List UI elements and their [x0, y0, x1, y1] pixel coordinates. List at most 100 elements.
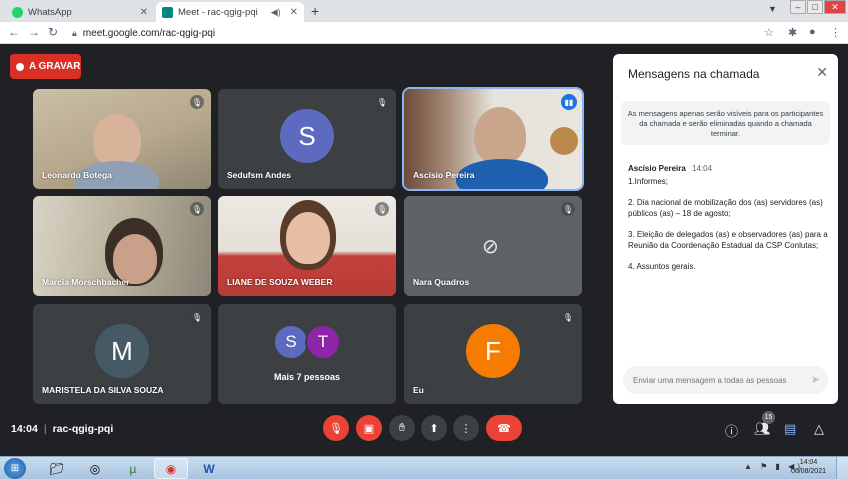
participant-tile[interactable]: S 🎙︎ Sedufsm Andes: [218, 89, 396, 189]
tab-label: WhatsApp: [28, 6, 72, 18]
mic-toggle-button[interactable]: 🎙︎: [323, 415, 349, 441]
address-bar[interactable]: 🔒︎ meet.google.com/rac-qgig-pqi: [66, 24, 752, 42]
back-icon[interactable]: ←: [8, 25, 20, 39]
more-participants-label: Mais 7 pessoas: [273, 372, 341, 382]
chat-title: Mensagens na chamada: [628, 67, 760, 81]
browser-toolbar: ← → ↻ 🔒︎ meet.google.com/rac-qgig-pqi ☆ …: [0, 22, 848, 44]
extensions-icon[interactable]: ✱: [788, 26, 797, 39]
meeting-time: 14:04: [11, 423, 38, 435]
recording-badge[interactable]: A GRAVAR: [10, 54, 81, 79]
tab-search-icon[interactable]: ▼: [768, 4, 777, 14]
message-time: 14:04: [692, 164, 713, 173]
speaking-indicator-icon: ▮▮: [561, 94, 577, 110]
hang-up-icon: ☎︎: [497, 422, 511, 435]
participant-tile[interactable]: 🎙︎ LIANE DE SOUZA WEBER: [218, 196, 396, 296]
send-icon[interactable]: ➤: [811, 373, 820, 386]
camera-toggle-button[interactable]: ▣: [356, 415, 382, 441]
utorrent-icon[interactable]: µ: [116, 458, 150, 479]
camera-off-icon: ⊘: [482, 236, 499, 258]
mic-off-icon: 🎙︎: [190, 95, 204, 109]
close-icon[interactable]: ✕: [816, 64, 828, 81]
reload-icon[interactable]: ↻: [48, 25, 58, 39]
minimize-button[interactable]: –: [790, 0, 806, 14]
close-window-button[interactable]: ✕: [824, 0, 846, 14]
avatar: T: [305, 324, 341, 360]
profile-icon[interactable]: ●: [809, 26, 816, 38]
chat-icon[interactable]: ▤: [784, 421, 796, 437]
hand-icon: ✋︎: [398, 421, 406, 434]
avatar: F: [466, 324, 520, 378]
message-body: 1.Informes; 2. Dia nacional de mobilizaç…: [628, 176, 828, 282]
mic-off-icon: 🎙︎: [375, 202, 389, 216]
present-button[interactable]: ⬆: [421, 415, 447, 441]
whatsapp-icon: [12, 6, 23, 18]
lock-icon[interactable]: 🔒︎: [72, 28, 77, 39]
system-clock[interactable]: 14:04 06/08/2021: [791, 459, 826, 477]
participant-tile[interactable]: ▮▮ Ascísio Pereira: [402, 87, 584, 191]
tab-whatsapp[interactable]: WhatsApp ✕: [6, 2, 154, 22]
file-explorer-icon[interactable]: 📁︎: [40, 458, 74, 479]
self-tile[interactable]: F 🎙︎ Eu: [404, 304, 582, 404]
windows-taskbar: ⊞ 📁︎ ◎ µ ◉ W ▲ ⚑ ▮ ◀) 14:04 06/08/2021: [0, 456, 848, 479]
media-player-icon[interactable]: ◎: [78, 458, 112, 479]
message-line: 4. Assuntos gerais.: [628, 261, 696, 271]
tab-label: Meet - rac-qgig-pqi: [178, 6, 258, 18]
speaker-icon[interactable]: ◀): [271, 7, 281, 18]
menu-icon[interactable]: ⋮: [830, 26, 841, 39]
participant-tile[interactable]: 🎙︎ Marcia Morschbacher: [33, 196, 211, 296]
participant-name: Leonardo Botega: [42, 170, 112, 180]
chrome-icon[interactable]: ◉: [154, 458, 188, 479]
info-icon[interactable]: ⓘ: [725, 421, 738, 440]
more-participants-tile[interactable]: S T Mais 7 pessoas: [218, 304, 396, 404]
url-text: meet.google.com/rac-qgig-pqi: [82, 27, 216, 39]
participants-count-badge: 15: [762, 411, 775, 424]
participant-name: Nara Quadros: [413, 277, 470, 287]
meeting-code[interactable]: rac-qgig-pqi: [53, 423, 114, 435]
chat-message-input[interactable]: [623, 366, 828, 394]
participant-name: Eu: [413, 385, 424, 395]
start-button[interactable]: ⊞: [4, 458, 26, 479]
mic-off-icon: 🎙︎: [329, 422, 343, 435]
raise-hand-button[interactable]: ✋︎: [389, 415, 415, 441]
participant-tile[interactable]: M 🎙︎ MARISTELA DA SILVA SOUZA: [33, 304, 211, 404]
record-dot-icon: [16, 62, 24, 71]
mic-off-icon: 🎙︎: [190, 202, 204, 216]
participant-name: Sedufsm Andes: [227, 170, 291, 180]
forward-icon[interactable]: →: [28, 25, 40, 39]
clock-time: 14:04: [799, 459, 818, 466]
tab-meet[interactable]: Meet - rac-qgig-pqi ◀) ✕: [156, 2, 304, 22]
mic-off-icon: 🎙︎: [190, 310, 204, 324]
browser-tab-strip: WhatsApp ✕ Meet - rac-qgig-pqi ◀) ✕ + ▼ …: [0, 0, 848, 22]
mic-off-icon: 🎙︎: [561, 202, 575, 216]
close-icon[interactable]: ✕: [290, 7, 298, 18]
word-icon[interactable]: W: [192, 458, 226, 479]
participant-name: LIANE DE SOUZA WEBER: [227, 277, 333, 287]
close-icon[interactable]: ✕: [140, 7, 148, 18]
message-line: 2. Dia nacional de mobilização dos (as) …: [628, 197, 823, 219]
mic-off-icon: 🎙︎: [561, 310, 575, 324]
avatar: S: [273, 324, 309, 360]
message-line: 3. Eleição de delegados (as) e observado…: [628, 229, 828, 251]
recording-label: A GRAVAR: [29, 61, 81, 72]
participant-name: Marcia Morschbacher: [42, 277, 130, 287]
message-line: 1.Informes;: [628, 177, 669, 186]
message-author: Ascísio Pereira: [628, 164, 686, 173]
present-icon: ⬆: [429, 422, 439, 435]
maximize-button[interactable]: □: [807, 0, 823, 14]
new-tab-button[interactable]: +: [311, 3, 319, 19]
activities-icon[interactable]: △: [814, 421, 824, 437]
participant-tile[interactable]: ⊘ 🎙︎ Nara Quadros: [404, 196, 582, 296]
mic-off-icon: 🎙︎: [375, 95, 389, 109]
participant-tile[interactable]: 🎙︎ Leonardo Botega: [33, 89, 211, 189]
meet-area: A GRAVAR 🎙︎ Leonardo Botega S 🎙︎ Sedufsm…: [0, 44, 848, 456]
camera-off-icon: ▣: [363, 422, 375, 435]
show-desktop-button[interactable]: [836, 457, 848, 479]
star-icon[interactable]: ☆: [764, 26, 774, 39]
chat-panel: Mensagens na chamada ✕ As mensagens apen…: [613, 54, 838, 404]
participant-name: Ascísio Pereira: [413, 170, 475, 180]
avatar: S: [280, 109, 334, 163]
more-vert-icon: ⋮: [460, 422, 472, 435]
more-options-button[interactable]: ⋮: [453, 415, 479, 441]
leave-call-button[interactable]: ☎︎: [486, 415, 522, 441]
meeting-info: 14:04 | rac-qgig-pqi: [11, 423, 114, 435]
